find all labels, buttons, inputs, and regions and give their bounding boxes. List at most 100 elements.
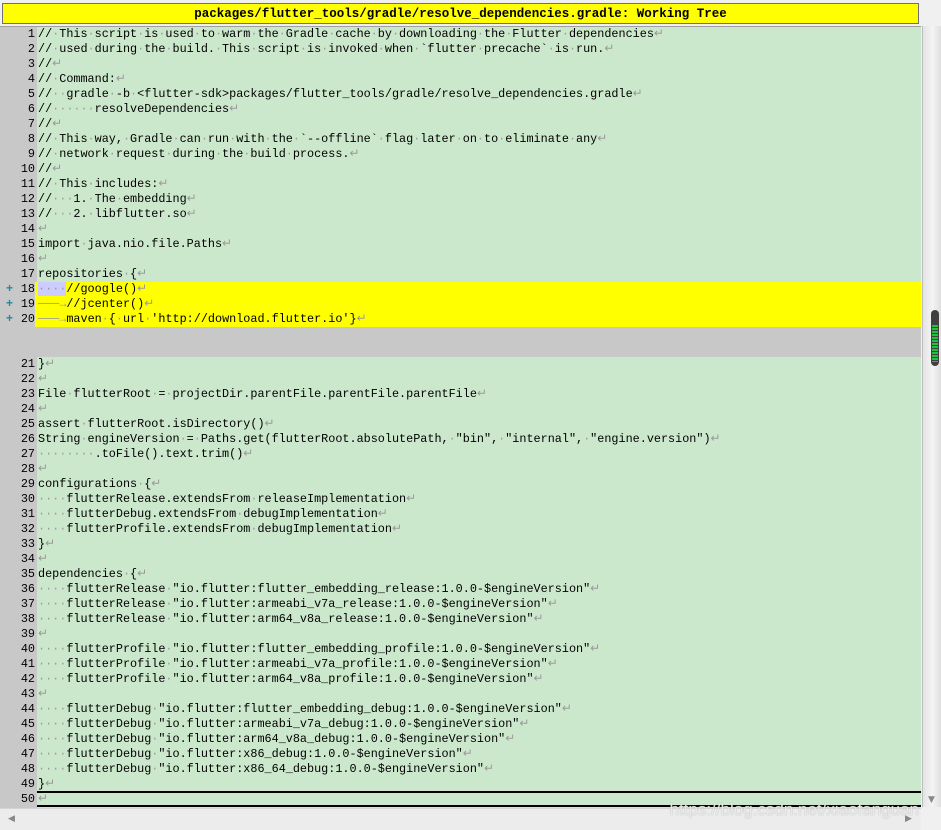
line-number: 8 [0,132,35,147]
vertical-scrollbar[interactable]: ▼ [922,26,941,807]
code-line: 36 ···· · ↵ flutterRelease "io.flutter:fl… [0,582,921,597]
added-code-line: 20 + ───→ · · · ↵ maven { url 'http://down… [0,312,921,327]
code-text: flutterDebug "io.flutter:armeabi_v7a_deb… [38,717,520,731]
code-line: 4 · ↵// Command: [0,72,921,87]
line-number: 39 [0,627,35,642]
code-line: 46 ···· · ↵ flutterDebug "io.flutter:arm6… [0,732,921,747]
line-number: 42 [0,672,35,687]
code-text: // This way, Gradle can run with the `--… [38,132,598,146]
code-line: 35 · ↵ dependencies { [0,567,921,582]
diff-editor[interactable]: 1 · · · · · · · · · · · · · · ↵// This s… [0,26,921,808]
code-text: repositories { [38,267,138,281]
line-number: 4 [0,72,35,87]
code-text: // resolveDependencies [38,102,230,116]
line-number: 21 [0,357,35,372]
code-text: // 2. libflutter.so [38,207,187,221]
code-text: flutterRelease "io.flutter:armeabi_v7a_r… [38,597,548,611]
code-line: 44 ···· · ↵ flutterDebug "io.flutter:flut… [0,702,921,717]
code-text: flutterDebug "io.flutter:arm64_v8a_debug… [38,732,506,746]
code-text: // [38,57,53,71]
code-line: 37 ···· · ↵ flutterRelease "io.flutter:ar… [0,597,921,612]
line-number: 40 [0,642,35,657]
line-number: 3 [0,57,35,72]
whitespace-markers: ↵ [38,402,48,416]
code-text: flutterDebug.extendsFrom debugImplementa… [38,507,378,521]
watermark: https://blog.csdn.net/xiaofanguan [669,800,919,819]
scroll-down-icon[interactable]: ▼ [928,795,935,805]
line-number: 26 [0,432,35,447]
line-number: 7 [0,117,35,132]
code-text: dependencies { [38,567,138,581]
whitespace-markers: ↵ [38,462,48,476]
code-text: flutterRelease "io.flutter:arm64_v8a_rel… [38,612,534,626]
line-number: 24 [0,402,35,417]
code-line: 34 ↵ [0,552,921,567]
code-line: 17 · ↵ repositories { [0,267,921,282]
code-line: 2 · · · · · · · · · · · · · ↵// used dur… [0,42,921,57]
code-line: 10 ↵// [0,162,921,177]
line-number: 11 [0,177,35,192]
line-number: 43 [0,687,35,702]
code-text: flutterDebug "io.flutter:x86_debug:1.0.0… [38,747,463,761]
whitespace-markers: ↵ [38,372,48,386]
line-number: 29 [0,477,35,492]
line-number: 50 [0,792,35,807]
code-line: 29 · ↵ configurations { [0,477,921,492]
code-text: flutterProfile "io.flutter:arm64_v8a_pro… [38,672,534,686]
line-number: 2 [0,42,35,57]
line-number: 36 [0,582,35,597]
code-text: File flutterRoot = projectDir.parentFile… [38,387,477,401]
code-text: // Command: [38,72,116,86]
line-number: 15 [0,237,35,252]
code-line: 16 ↵ [0,252,921,267]
line-number: 49 [0,777,35,792]
added-code-line: 19 + ───→ ↵ //jcenter() [0,297,921,312]
code-line: 23 · · · ↵ File flutterRoot = projectDir.… [0,387,921,402]
code-line: 27 ········ ↵ .toFile().text.trim() [0,447,921,462]
line-number: 38 [0,612,35,627]
code-text: flutterProfile "io.flutter:flutter_embed… [38,642,591,656]
whitespace-markers: ↵ [38,222,48,236]
line-number: 37 [0,597,35,612]
code-text: configurations { [38,477,152,491]
code-line: 30 ···· · ↵ flutterRelease.extendsFrom re… [0,492,921,507]
code-line: 11 · · ↵// This includes: [0,177,921,192]
code-line: 3 ↵// [0,57,921,72]
code-text: // used during the build. This script is… [38,42,605,56]
line-number: 34 [0,552,35,567]
whitespace-markers: ↵ [38,687,48,701]
current-line-border [37,791,921,793]
code-line: 7 ↵// [0,117,921,132]
code-line: 42 ···· · ↵ flutterProfile "io.flutter:ar… [0,672,921,687]
code-text: } [38,357,46,371]
code-line: 5 ·· · · ↵// gradle -b <flutter-sdk>pack… [0,87,921,102]
line-number: 31 [0,507,35,522]
line-number: 41 [0,657,35,672]
code-text: import java.nio.file.Paths [38,237,223,251]
code-line: 25 · ↵ assert flutterRoot.isDirectory() [0,417,921,432]
line-number: 14 [0,222,35,237]
scroll-left-icon[interactable]: ◀ [8,814,15,824]
line-number: 35 [0,567,35,582]
code-text: flutterDebug "io.flutter:flutter_embeddi… [38,702,562,716]
code-text: // 1. The embedding [38,192,187,206]
line-number: 22 [0,372,35,387]
diff-gap [0,327,921,357]
added-marker-icon: + [6,312,14,326]
code-line: 15 · ↵ import java.nio.file.Paths [0,237,921,252]
code-text: maven { url 'http://download.flutter.io'… [38,312,357,326]
line-number: 13 [0,207,35,222]
line-number: 9 [0,147,35,162]
code-line: 48 ···· · ↵ flutterDebug "io.flutter:x86_… [0,762,921,777]
code-text: flutterProfile "io.flutter:armeabi_v7a_p… [38,657,548,671]
line-number: 44 [0,702,35,717]
code-line: 49 ↵} [0,777,921,792]
code-text: // [38,162,53,176]
added-code-line: 18 + ···· ↵ //google() [0,282,921,297]
code-line: 39 ↵ [0,627,921,642]
scrollbar-thumb[interactable] [931,310,939,366]
code-text: } [38,537,46,551]
added-marker-icon: + [6,282,14,296]
line-number: 5 [0,87,35,102]
code-line: 24 ↵ [0,402,921,417]
